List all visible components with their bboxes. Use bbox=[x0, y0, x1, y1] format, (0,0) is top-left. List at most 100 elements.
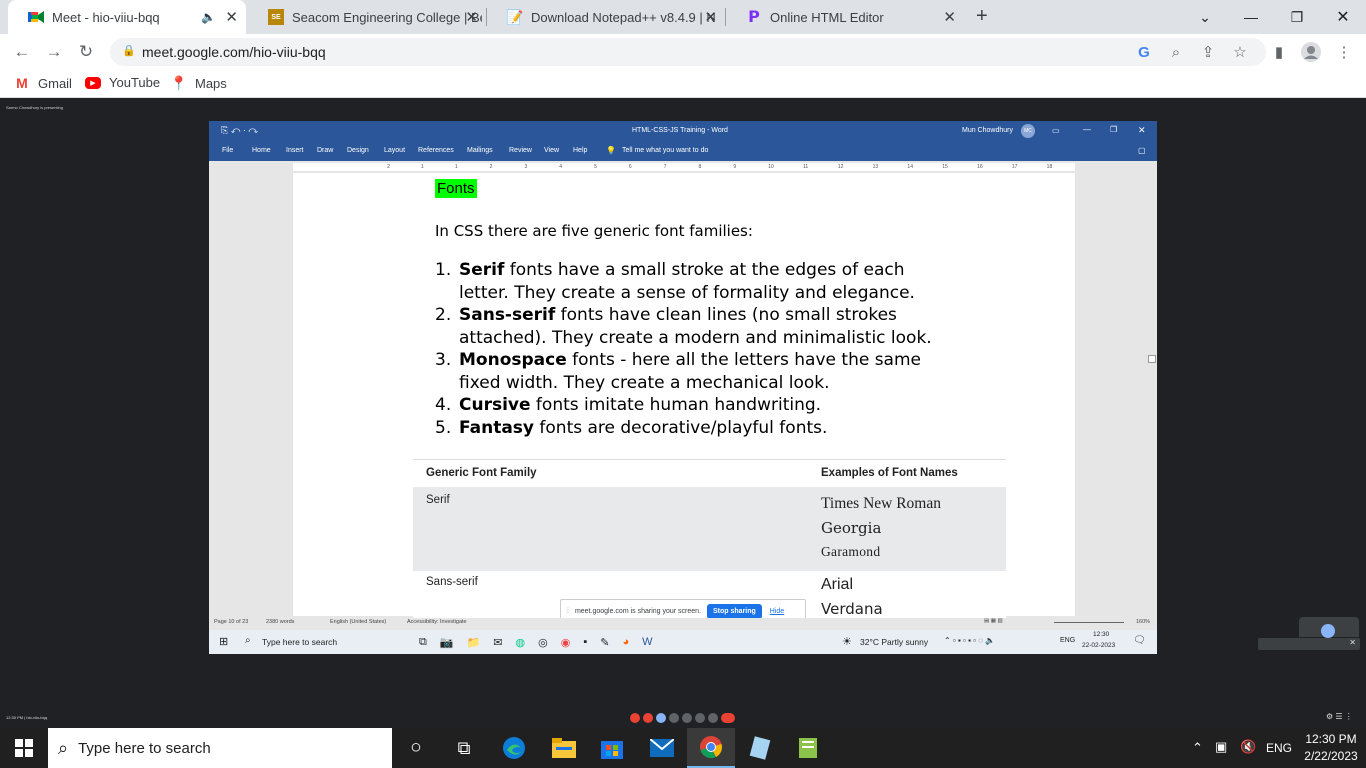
edge-icon[interactable]: ◍ bbox=[515, 636, 525, 649]
ribbon-tab-view[interactable]: View bbox=[544, 147, 559, 154]
ribbon-tab-review[interactable]: Review bbox=[509, 147, 532, 154]
new-tab-button[interactable]: + bbox=[976, 5, 988, 28]
user-avatar[interactable]: MC bbox=[1021, 124, 1035, 138]
weather-text[interactable]: 32°C Partly sunny bbox=[860, 637, 928, 647]
zoom-icon[interactable]: ⌕ bbox=[1165, 41, 1187, 63]
camera-icon[interactable]: 📷 bbox=[440, 636, 454, 649]
tray-icons[interactable]: ⌃ ▫ ▪ ▫ ▪ ▫ ◌ 🔈 bbox=[944, 636, 995, 645]
google-translate-icon[interactable]: G bbox=[1133, 41, 1155, 63]
word-icon[interactable]: W bbox=[642, 636, 652, 648]
network-icon[interactable]: ▣ bbox=[1215, 739, 1227, 755]
zoom-slider[interactable] bbox=[1054, 622, 1124, 623]
reload-icon[interactable]: ↻ bbox=[74, 40, 98, 64]
hide-button[interactable]: Hide bbox=[770, 608, 784, 615]
speaker-icon[interactable]: 🔈 bbox=[201, 10, 216, 24]
windows-start-icon[interactable]: ⊞ bbox=[219, 635, 228, 648]
meet-side-icons[interactable]: ⚙ ☰ ⋮ bbox=[1326, 712, 1353, 721]
ribbon-tab-mailings[interactable]: Mailings bbox=[467, 147, 493, 154]
taskbar-search-box[interactable]: ⌕ Type here to search bbox=[48, 728, 392, 768]
chrome-icon[interactable]: ◉ bbox=[561, 636, 571, 649]
language-status[interactable]: English (United States) bbox=[330, 619, 386, 625]
volume-muted-icon[interactable]: 🔇 bbox=[1240, 739, 1256, 755]
store-taskbar-icon[interactable] bbox=[588, 728, 636, 768]
document-page[interactable]: Fonts In CSS there are five generic font… bbox=[293, 173, 1075, 619]
profile-avatar-icon[interactable] bbox=[1300, 41, 1322, 63]
start-button[interactable] bbox=[0, 728, 48, 768]
bookmark-maps[interactable]: 📍 Maps bbox=[170, 75, 227, 91]
tab-notepad[interactable]: 📝 Download Notepad++ v8.4.9 | N ✕ bbox=[487, 0, 725, 34]
bookmark-star-icon[interactable]: ☆ bbox=[1229, 41, 1251, 63]
restore-icon[interactable]: ❐ bbox=[1274, 0, 1320, 34]
camera-off-icon[interactable] bbox=[643, 713, 653, 723]
inner-lang[interactable]: ENG bbox=[1060, 637, 1075, 644]
lock-icon[interactable]: 🔒 bbox=[122, 44, 136, 57]
ribbon-tab-file[interactable]: File bbox=[222, 147, 233, 154]
autosave-icon[interactable]: ⎘ ↶ · ↷ bbox=[221, 125, 258, 136]
pip-notice[interactable]: ✕ bbox=[1258, 638, 1360, 650]
tab-search-icon[interactable]: ⌄ bbox=[1182, 0, 1228, 34]
self-view-tile[interactable] bbox=[1299, 617, 1359, 638]
horizontal-ruler[interactable]: 2 1 1 2 3 4 5 6 7 8 9 10 11 12 13 14 15 … bbox=[293, 163, 1075, 171]
close-tab-icon[interactable]: ✕ bbox=[943, 8, 956, 26]
more-options-icon[interactable] bbox=[708, 713, 718, 723]
minimize-icon[interactable]: — bbox=[1228, 0, 1274, 34]
stop-sharing-button[interactable]: Stop sharing bbox=[707, 603, 762, 619]
present-icon[interactable] bbox=[669, 713, 679, 723]
edge-taskbar-icon[interactable] bbox=[490, 728, 538, 768]
firefox-icon[interactable]: ◕ bbox=[622, 636, 629, 648]
word-count[interactable]: 2380 words bbox=[266, 619, 294, 625]
task-view-icon[interactable]: ⧉ bbox=[419, 636, 427, 649]
cortana-icon[interactable]: ○ bbox=[392, 728, 440, 768]
word-minimize-icon[interactable]: — bbox=[1083, 125, 1091, 134]
mail-icon[interactable]: ✉ bbox=[493, 636, 502, 649]
dell-icon[interactable]: ◎ bbox=[538, 636, 548, 649]
tab-meet[interactable]: Meet - hio-viiu-bqq 🔈 ✕ bbox=[8, 0, 246, 34]
mail-taskbar-icon[interactable] bbox=[638, 728, 686, 768]
comments-icon[interactable]: ▢ bbox=[1138, 146, 1146, 155]
ribbon-tab-references[interactable]: References bbox=[418, 147, 454, 154]
inner-time[interactable]: 12:30 bbox=[1093, 631, 1109, 638]
ribbon-tab-help[interactable]: Help bbox=[573, 147, 587, 154]
bookmark-youtube[interactable]: ▶ YouTube bbox=[85, 75, 160, 90]
notification-icon[interactable]: 🗨 bbox=[1133, 635, 1146, 646]
word-restore-icon[interactable]: ❐ bbox=[1110, 125, 1117, 134]
notepad-app-icon[interactable]: ✎ bbox=[600, 636, 609, 649]
mic-off-icon[interactable] bbox=[630, 713, 640, 723]
taskbar-lang[interactable]: ENG bbox=[1266, 741, 1292, 755]
word-close-icon[interactable]: ✕ bbox=[1138, 125, 1146, 136]
close-window-icon[interactable]: ✕ bbox=[1320, 0, 1366, 34]
view-mode-icons[interactable]: ▤ ▦ ▧ bbox=[984, 618, 1003, 624]
accessibility-status[interactable]: Accessibility: Investigate bbox=[407, 619, 467, 625]
address-bar[interactable]: 🔒 meet.google.com/hio-viiu-bqq bbox=[110, 38, 1266, 66]
hand-icon[interactable] bbox=[695, 713, 705, 723]
close-tab-icon[interactable]: ✕ bbox=[704, 8, 717, 26]
side-panel-icon[interactable]: ▮ bbox=[1268, 41, 1290, 63]
file-explorer-icon[interactable]: 📁 bbox=[467, 636, 481, 649]
close-icon[interactable]: ✕ bbox=[1349, 638, 1356, 647]
forward-icon[interactable]: → bbox=[42, 40, 66, 64]
drag-handle-icon[interactable]: ⁞ bbox=[567, 608, 569, 615]
bookmark-gmail[interactable]: M Gmail bbox=[14, 75, 72, 91]
inner-date[interactable]: 22-02-2023 bbox=[1082, 642, 1115, 649]
file-explorer-taskbar-icon[interactable] bbox=[540, 728, 588, 768]
taskbar-clock[interactable]: 12:30 PM 2/22/2023 bbox=[1296, 731, 1366, 765]
task-view-icon[interactable]: ⧉ bbox=[440, 728, 488, 768]
notepad-taskbar-icon[interactable] bbox=[736, 728, 784, 768]
scrollbar-thumb[interactable] bbox=[1148, 355, 1156, 363]
reactions-icon[interactable] bbox=[682, 713, 692, 723]
ribbon-tab-draw[interactable]: Draw bbox=[317, 147, 333, 154]
ribbon-display-icon[interactable]: ▭ bbox=[1052, 126, 1060, 135]
vertical-ruler[interactable] bbox=[211, 163, 221, 613]
close-tab-icon[interactable]: ✕ bbox=[465, 8, 478, 26]
close-tab-icon[interactable]: ✕ bbox=[225, 8, 238, 26]
captions-icon[interactable] bbox=[656, 713, 666, 723]
terminal-icon[interactable]: ▪ bbox=[583, 636, 587, 648]
back-icon[interactable]: ← bbox=[10, 40, 34, 64]
vertical-scrollbar[interactable] bbox=[1147, 175, 1157, 615]
inner-search-placeholder[interactable]: Type here to search bbox=[262, 637, 337, 647]
chrome-taskbar-icon[interactable] bbox=[687, 728, 735, 768]
page-count[interactable]: Page 10 of 23 bbox=[214, 619, 248, 625]
ribbon-tab-layout[interactable]: Layout bbox=[384, 147, 405, 154]
ribbon-tab-home[interactable]: Home bbox=[252, 147, 271, 154]
notepadpp-taskbar-icon[interactable] bbox=[784, 728, 832, 768]
